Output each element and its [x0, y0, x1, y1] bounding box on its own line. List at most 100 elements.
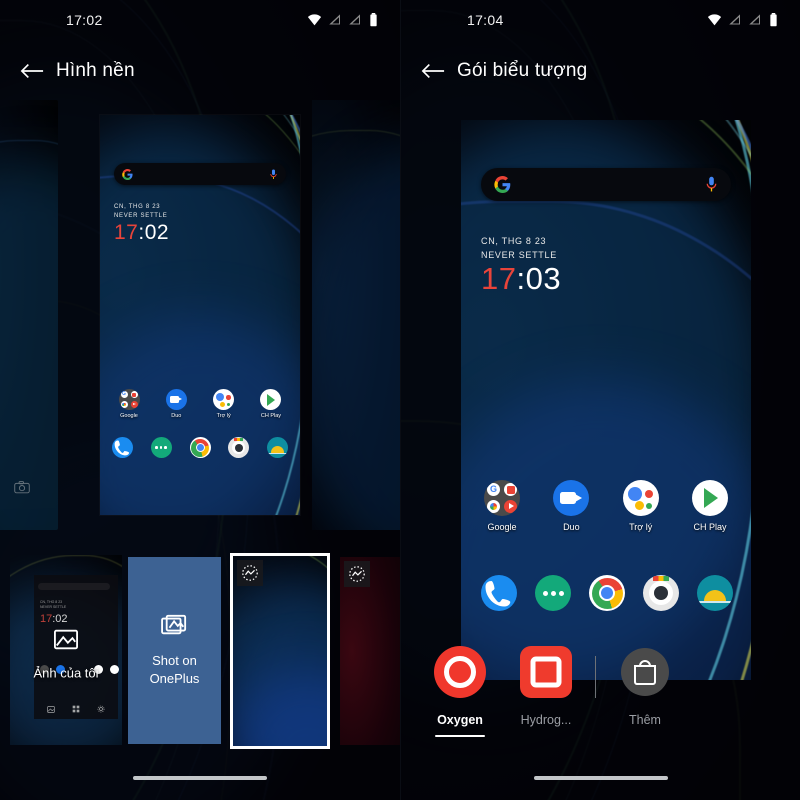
status-icons: [707, 13, 778, 27]
app-assistant[interactable]: Trợ lý: [207, 389, 241, 419]
clock-widget[interactable]: CN, THG 8 23 NEVER SETTLE 17:03: [481, 235, 561, 295]
icon-pack-panel: 17:04 Gói biểu tượng CN, THG 8 23 NEVER …: [400, 0, 800, 800]
back-button[interactable]: [413, 51, 453, 91]
gear-icon: [97, 705, 105, 713]
carousel-label: Ảnh của tôi: [33, 665, 99, 681]
image-icon: [54, 630, 78, 655]
clock-widget[interactable]: CN, THG 8 23 NEVER SETTLE 17:02: [114, 203, 169, 244]
homescreen-preview[interactable]: CN, THG 8 23 NEVER SETTLE 17:02 G Google…: [100, 115, 300, 515]
phone-icon[interactable]: [112, 437, 133, 458]
side-preview-lockscreen[interactable]: 00 7: [0, 100, 58, 530]
hydrogen-square-icon: [520, 646, 572, 703]
app-bar: Hình nền: [0, 46, 400, 96]
google-folder-icon: G: [118, 389, 140, 410]
app-row: G Google Duo Trợ lý CH Play: [112, 389, 288, 419]
screenshot-root: 17:02 Hình nền CN, THG 8 23 NEVER SETTLE…: [0, 0, 800, 800]
app-google[interactable]: G Google: [112, 389, 146, 419]
homescreen-preview[interactable]: CN, THG 8 23 NEVER SETTLE 17:03 G Google…: [461, 120, 751, 680]
messages-icon[interactable]: [535, 575, 571, 611]
play-store-icon: [260, 389, 282, 410]
battery-icon: [770, 13, 777, 27]
live-wallpaper-badge-icon: [344, 561, 370, 587]
status-time: 17:04: [467, 12, 504, 28]
app-label: CH Play: [693, 522, 727, 532]
divider: [595, 656, 596, 698]
icon-pack-list[interactable]: Oxygen Hydrog... Thêm: [401, 646, 800, 756]
wallpaper-panel: 17:02 Hình nền CN, THG 8 23 NEVER SETTLE…: [0, 0, 400, 800]
app-row: G Google Duo Trợ lý CH Play: [477, 480, 735, 532]
home-gesture-pill[interactable]: [133, 776, 267, 780]
app-play-store[interactable]: CH Play: [685, 480, 735, 532]
navigation-bar: [0, 766, 400, 790]
icon-pack-hydrogen[interactable]: Hydrog...: [503, 646, 589, 727]
microphone-icon[interactable]: [269, 169, 278, 180]
clock-date: CN, THG 8 23: [481, 236, 547, 246]
camera-icon[interactable]: [643, 575, 679, 611]
oxygen-circle-icon: [434, 646, 486, 703]
app-duo[interactable]: Duo: [159, 389, 193, 419]
clock-minute: :03: [516, 260, 562, 296]
gallery-icon[interactable]: [697, 575, 733, 611]
app-label: Google: [120, 413, 138, 419]
back-button[interactable]: [12, 51, 52, 91]
microphone-icon[interactable]: [705, 176, 718, 193]
app-label: Google: [487, 522, 517, 532]
clock-date: CN, THG 8 23: [114, 204, 161, 210]
app-assistant[interactable]: Trợ lý: [616, 480, 666, 532]
gallery-icon[interactable]: [267, 437, 288, 458]
page-title: Gói biểu tượng: [457, 60, 588, 81]
duo-icon: [165, 389, 187, 410]
chrome-icon[interactable]: [589, 575, 625, 611]
app-duo[interactable]: Duo: [546, 480, 596, 532]
wallpaper-carousel[interactable]: CN, THG 8 23 NEVER SETTLE 17:02 Ảnh của t…: [0, 547, 400, 752]
side-preview-next[interactable]: [312, 100, 400, 530]
battery-icon: [370, 13, 377, 27]
shopping-bag-icon: [619, 646, 671, 703]
signal-off-icon: [729, 14, 740, 25]
messages-icon[interactable]: [150, 437, 172, 458]
carousel-item-my-photos[interactable]: CN, THG 8 23 NEVER SETTLE 17:02 Ảnh của t…: [10, 555, 122, 745]
phone-icon[interactable]: [481, 575, 517, 611]
preview-homescreen: CN, THG 8 23 NEVER SETTLE 17:02 G Google…: [100, 115, 300, 515]
search-bar[interactable]: [114, 163, 286, 185]
status-time: 17:02: [66, 12, 103, 28]
app-label: CH Play: [260, 413, 282, 419]
clock-hour: 17: [481, 260, 517, 296]
icon-pack-label: Thêm: [629, 713, 661, 727]
icon-pack-oxygen[interactable]: Oxygen: [417, 646, 503, 737]
status-bar: 17:04: [401, 0, 800, 40]
icon-pack-more[interactable]: Thêm: [602, 646, 688, 727]
signal-off-icon: [349, 14, 360, 25]
google-g-icon: [494, 176, 511, 193]
arrow-left-icon: [20, 63, 44, 79]
status-bar: 17:02: [0, 0, 400, 40]
page-title: Hình nền: [56, 60, 135, 81]
carousel-item-shot-on-oneplus[interactable]: Shot on OnePlus: [128, 557, 221, 744]
clock-time: 17:02: [114, 220, 170, 244]
grid-icon: [72, 705, 80, 713]
google-g-icon: [122, 168, 133, 180]
camera-shutter-icon[interactable]: [14, 480, 30, 499]
photo-stack-icon: [160, 613, 189, 642]
navigation-bar: [401, 766, 800, 790]
clock-minute: :02: [138, 220, 170, 244]
home-gesture-pill[interactable]: [533, 776, 668, 780]
assistant-icon: [622, 480, 659, 516]
chrome-icon[interactable]: [189, 437, 211, 458]
app-google[interactable]: G Google: [477, 480, 527, 532]
image-icon: [46, 705, 55, 713]
carousel-item-wallpaper-blue[interactable]: [230, 553, 330, 749]
carousel-item-wallpaper-red[interactable]: [340, 557, 400, 745]
clock-hour: 17: [114, 220, 139, 244]
icon-pack-label: Oxygen: [437, 713, 483, 727]
camera-icon[interactable]: [228, 437, 250, 458]
search-bar[interactable]: [481, 168, 731, 201]
app-label: Duo: [171, 413, 182, 419]
app-label: Trợ lý: [216, 413, 231, 419]
arrow-left-icon: [421, 63, 445, 79]
icon-pack-label: Hydrog...: [520, 713, 572, 727]
app-bar: Gói biểu tượng: [401, 46, 800, 96]
preview-homescreen: CN, THG 8 23 NEVER SETTLE 17:03 G Google…: [461, 120, 751, 680]
app-label: Trợ lý: [629, 522, 653, 532]
app-play-store[interactable]: CH Play: [254, 389, 288, 419]
